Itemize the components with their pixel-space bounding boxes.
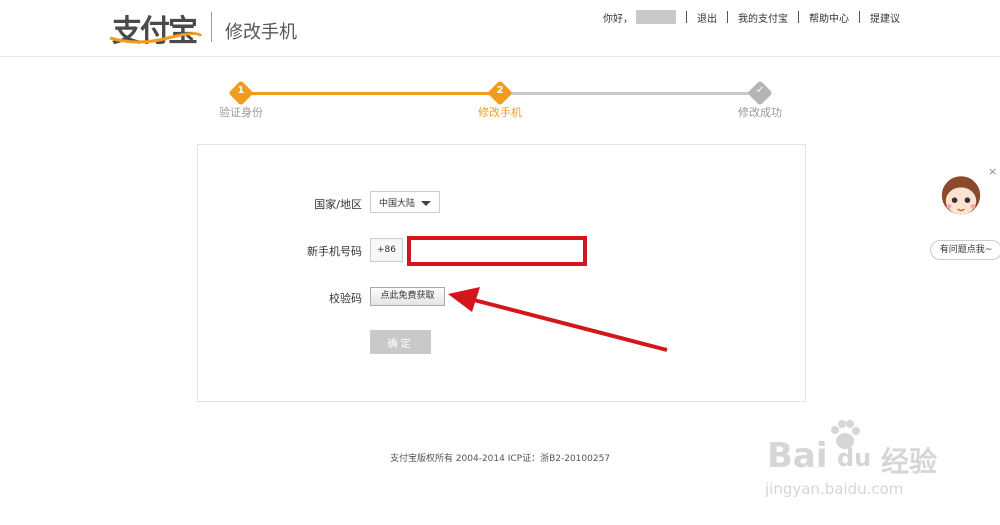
step-2-number: 2 [496,85,504,96]
watermark-brand-du: du [837,444,872,472]
step-3-label: 修改成功 [738,106,782,119]
baidu-watermark: Bai du 经验 jingyan.baidu.com [765,418,965,518]
phone-prefix: +86 [370,238,403,262]
watermark-url: jingyan.baidu.com [765,480,904,498]
step-line-pending [500,92,760,95]
phone-label: 新手机号码 [307,245,362,258]
watermark-suffix: 经验 [881,445,938,478]
country-value: 中国大陆 [379,199,416,209]
step-1-number: 1 [237,85,245,96]
new-phone-input[interactable] [407,236,587,266]
confirm-button[interactable]: 确定 [370,330,431,354]
step-1-label: 验证身份 [219,106,263,119]
check-icon: ✓ [755,85,765,96]
help-chat-button[interactable]: 有问题点我~ [930,240,1000,260]
country-select[interactable]: 中国大陆 [370,191,440,213]
annotation-arrow-icon [448,287,668,352]
dropdown-arrow-icon [421,201,431,206]
close-icon[interactable]: × [988,165,997,178]
get-code-button[interactable]: 点此免费获取 [370,287,445,306]
code-label: 校验码 [329,292,362,305]
form-panel [197,144,806,402]
step-2-label: 修改手机 [478,106,522,119]
progress-steps: 1 验证身份 2 修改手机 ✓ 修改成功 [0,0,1000,130]
country-label: 国家/地区 [314,198,362,211]
step-line-done [245,92,500,95]
watermark-brand: Bai [767,436,828,476]
